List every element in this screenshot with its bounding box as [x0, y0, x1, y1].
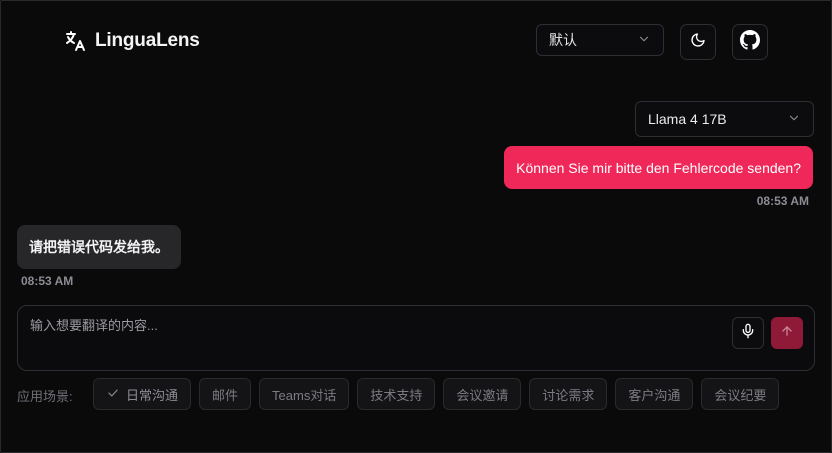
scenario-chip-label: 会议邀请 — [456, 387, 509, 403]
chevron-down-icon — [637, 32, 651, 49]
scenario-chip-daily[interactable]: 日常沟通 — [93, 378, 192, 410]
brand: LinguaLens — [63, 29, 200, 53]
scenario-chip-label: 技术支持 — [370, 387, 423, 403]
scenario-chip-requirements[interactable]: 讨论需求 — [529, 378, 608, 410]
scenario-chip-label: Teams对话 — [272, 387, 337, 403]
scenario-chip-label: 邮件 — [212, 387, 239, 403]
mic-button[interactable] — [732, 317, 764, 349]
bot-message: 请把错误代码发给我。 — [17, 225, 181, 269]
check-icon — [106, 386, 120, 403]
theme-toggle-button[interactable] — [680, 24, 716, 60]
language-select[interactable]: 默认 — [536, 24, 664, 56]
message-input[interactable] — [30, 318, 720, 333]
scenario-chip-meeting-invite[interactable]: 会议邀请 — [443, 378, 522, 410]
message-input-box — [17, 305, 815, 371]
scenario-chip-label: 日常沟通 — [126, 387, 179, 403]
bot-message-time: 08:53 AM — [21, 274, 74, 288]
github-button[interactable] — [732, 24, 768, 60]
arrow-up-icon — [780, 324, 794, 343]
scenario-chip-customer[interactable]: 客户沟通 — [615, 378, 694, 410]
user-message: Können Sie mir bitte den Fehlercode send… — [504, 146, 813, 189]
github-icon — [740, 29, 760, 55]
brand-name: LinguaLens — [95, 30, 200, 51]
scenario-chip-label: 讨论需求 — [542, 387, 595, 403]
scenario-chip-email[interactable]: 邮件 — [199, 378, 252, 410]
scenario-chips: 日常沟通 邮件 Teams对话 技术支持 会议邀请 讨论需求 客户沟通 会议纪要 — [93, 378, 780, 410]
translate-icon — [63, 29, 87, 53]
moon-icon — [690, 32, 706, 53]
scenario-chip-label: 会议纪要 — [714, 387, 767, 403]
send-button[interactable] — [771, 317, 803, 349]
scenario-chip-teams[interactable]: Teams对话 — [259, 378, 350, 410]
microphone-icon — [740, 323, 756, 344]
model-select[interactable]: Llama 4 17B — [635, 101, 814, 137]
scenario-label: 应用场景: — [17, 389, 73, 404]
scenario-chip-minutes[interactable]: 会议纪要 — [701, 378, 780, 410]
app-window: LinguaLens 默认 Llama 4 17B Können Sie mir… — [0, 0, 832, 453]
model-select-value: Llama 4 17B — [648, 111, 727, 127]
language-select-value: 默认 — [549, 32, 577, 48]
scenario-chip-label: 客户沟通 — [628, 387, 681, 403]
scenario-chip-support[interactable]: 技术支持 — [357, 378, 436, 410]
chevron-down-icon — [787, 111, 801, 128]
user-message-time: 08:53 AM — [756, 194, 809, 208]
